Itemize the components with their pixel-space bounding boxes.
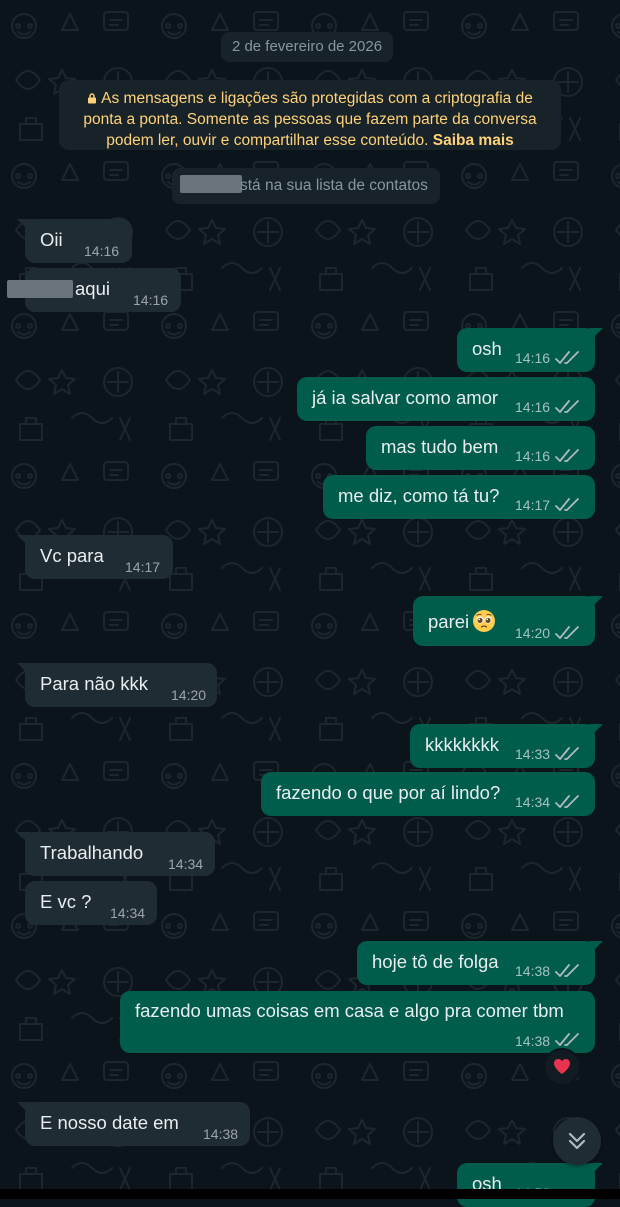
- message-time: 14:17: [125, 559, 161, 575]
- message-outgoing[interactable]: fazendo umas coisas em casa e algo pra c…: [120, 991, 595, 1053]
- message-time: 14:34: [110, 905, 146, 921]
- double-check-icon: [555, 795, 579, 808]
- bubble-tail: [17, 663, 31, 677]
- message-text: Trabalhando: [40, 842, 144, 863]
- bubble-tail: [17, 535, 31, 549]
- encryption-line-3: podem ler, ouvir e compartilhar esse con…: [106, 132, 429, 149]
- message-time: 14:38: [203, 1126, 239, 1142]
- message-text: osh: [472, 338, 502, 359]
- message-text: me diz, como tá tu?: [338, 485, 500, 506]
- message-outgoing[interactable]: osh 14:16: [457, 328, 603, 372]
- message-time: 14:38: [515, 1033, 551, 1049]
- message-time: 14:20: [171, 687, 207, 703]
- message-text: E nosso date em: [40, 1112, 179, 1133]
- double-check-icon: [555, 449, 579, 462]
- message-text: Para não kkk: [40, 673, 148, 694]
- message-time: 14:38: [515, 963, 551, 979]
- double-check-icon: [555, 400, 579, 413]
- encryption-notice[interactable]: As mensagens e ligações são protegidas c…: [59, 80, 561, 150]
- double-check-icon: [555, 1033, 579, 1046]
- double-check-icon: [555, 351, 579, 364]
- message-text: Oii: [40, 229, 63, 250]
- message-time: 14:16: [515, 399, 551, 415]
- message-incoming[interactable]: Para não kkk 14:20: [17, 663, 217, 707]
- message-incoming[interactable]: aqui 14:16: [7, 268, 181, 312]
- message-text: fazendo umas coisas em casa e algo pra c…: [135, 1000, 564, 1021]
- message-outgoing[interactable]: já ia salvar como amor 14:16: [297, 377, 595, 421]
- encryption-line-2: ponta a ponta. Somente as pessoas que fa…: [83, 111, 537, 128]
- message-outgoing[interactable]: kkkkkkkk 14:33: [410, 724, 603, 768]
- message-time: 14:34: [515, 794, 551, 810]
- message-time: 14:16: [133, 292, 169, 308]
- screen-bottom-edge: [0, 1189, 620, 1199]
- message-time: 14:16: [515, 350, 551, 366]
- message-text: parei: [428, 611, 470, 632]
- redacted-name: [180, 175, 242, 193]
- contact-notice-text: stá na sua lista de contatos: [240, 177, 428, 194]
- message-text: hoje tô de folga: [372, 951, 499, 972]
- message-outgoing[interactable]: me diz, como tá tu? 14:17: [323, 475, 595, 519]
- message-outgoing[interactable]: parei 14:20: [413, 596, 603, 646]
- message-incoming[interactable]: Trabalhando 14:34: [17, 832, 215, 876]
- message-text: E vc ?: [40, 891, 92, 912]
- heart-icon: [554, 1059, 570, 1074]
- date-separator: 2 de fevereiro de 2026: [221, 32, 393, 62]
- message-time: 14:34: [168, 856, 204, 872]
- chat-thread[interactable]: 2 de fevereiro de 2026 As mensagens e li…: [0, 0, 620, 1207]
- message-incoming[interactable]: Vc para 14:17: [17, 535, 173, 579]
- contact-notice: stá na sua lista de contatos: [172, 168, 440, 204]
- double-check-icon: [555, 964, 579, 977]
- message-incoming[interactable]: E vc ? 14:34: [25, 881, 157, 925]
- bubble-tail: [17, 1102, 31, 1116]
- message-incoming[interactable]: E nosso date em 14:38: [17, 1102, 250, 1146]
- message-time: 14:33: [515, 746, 551, 762]
- message-text: aqui: [75, 278, 110, 299]
- encryption-line-1: As mensagens e ligações são protegidas c…: [101, 90, 533, 107]
- message-outgoing[interactable]: fazendo o que por aí lindo? 14:34: [261, 772, 595, 816]
- bubble-tail: [589, 1163, 603, 1177]
- message-time: 14:20: [515, 625, 551, 641]
- pleading-face-emoji: [473, 610, 496, 632]
- message-time: 14:17: [515, 497, 551, 513]
- double-chevron-down-icon: [568, 1132, 586, 1150]
- message-time: 14:16: [84, 243, 120, 259]
- message-outgoing[interactable]: hoje tô de folga 14:38: [357, 941, 603, 985]
- bubble-tail: [17, 832, 31, 846]
- double-check-icon: [555, 626, 579, 639]
- double-check-icon: [555, 498, 579, 511]
- message-text: fazendo o que por aí lindo?: [276, 782, 501, 803]
- redacted-name: [7, 280, 73, 298]
- message-time: 14:16: [515, 448, 551, 464]
- message-text: mas tudo bem: [381, 436, 499, 457]
- bubble-tail: [589, 941, 603, 955]
- message-outgoing[interactable]: mas tudo bem 14:16: [366, 426, 595, 470]
- message-text: kkkkkkkk: [425, 734, 499, 755]
- message-outgoing[interactable]: osh 14:52: [457, 1163, 603, 1207]
- message-text: Vc para: [40, 545, 104, 566]
- learn-more-link[interactable]: Saiba mais: [433, 132, 514, 149]
- lock-icon: [88, 93, 97, 104]
- double-check-icon: [555, 747, 579, 760]
- message-reaction[interactable]: [543, 1048, 581, 1086]
- bubble-tail: [589, 724, 603, 738]
- bubble-tail: [589, 596, 603, 610]
- scroll-to-bottom-button[interactable]: [553, 1117, 601, 1165]
- message-incoming[interactable]: Oii 14:16: [17, 219, 132, 263]
- bubble-tail: [17, 219, 31, 233]
- bubble-tail: [589, 328, 603, 342]
- message-text: já ia salvar como amor: [312, 387, 499, 408]
